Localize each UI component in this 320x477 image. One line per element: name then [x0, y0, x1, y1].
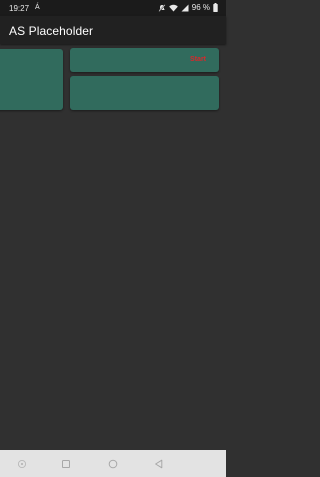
wifi-icon [168, 4, 178, 12]
signal-icon [181, 4, 189, 12]
mute-icon [158, 3, 166, 12]
home-icon[interactable] [107, 458, 119, 470]
battery-icon [213, 3, 218, 12]
status-bar: 19:27 Á 96 % [0, 0, 226, 16]
app-bar: AS Placeholder [0, 16, 226, 44]
start-button[interactable]: Start [190, 56, 206, 63]
recents-icon[interactable] [60, 458, 72, 470]
left-card[interactable] [0, 49, 63, 110]
bottom-right-card[interactable] [70, 76, 219, 110]
navigation-bar [0, 450, 226, 477]
battery-percent: 96 % [191, 3, 210, 12]
status-time: 19:27 [9, 4, 30, 13]
top-right-card[interactable]: Start [70, 48, 219, 72]
status-icons: 96 % [158, 3, 218, 12]
accessibility-icon[interactable] [16, 458, 28, 470]
back-icon[interactable] [153, 458, 165, 470]
status-indicator: Á [35, 4, 40, 11]
app-title: AS Placeholder [9, 24, 94, 38]
